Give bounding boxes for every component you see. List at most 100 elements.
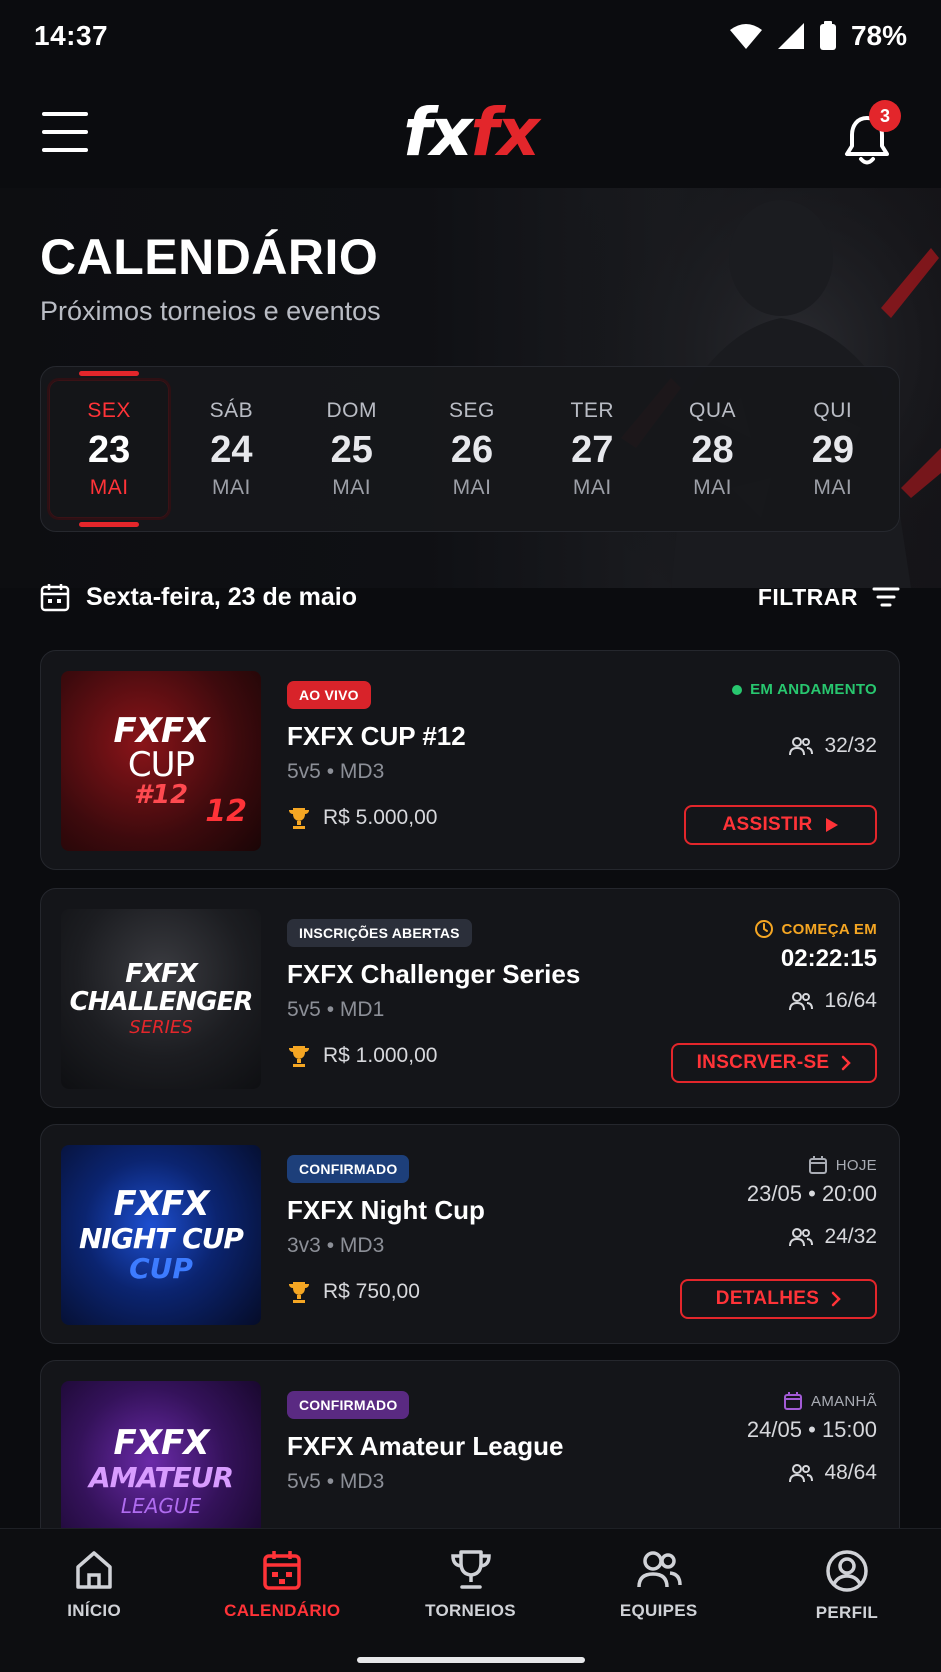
trophy-icon	[289, 1046, 309, 1067]
event-name: FXFX Challenger Series	[287, 959, 581, 989]
thumb-line3: SERIES	[129, 1017, 193, 1038]
register-button[interactable]: INSCRVER-SE	[671, 1043, 877, 1083]
menu-line-icon	[42, 148, 88, 152]
status-today: HOJE	[808, 1155, 877, 1175]
date-item-24[interactable]: SÁB 24 MAI	[171, 378, 291, 520]
nav-item-tournaments[interactable]: TORNEIOS	[376, 1549, 564, 1672]
nav-item-calendar[interactable]: CALENDÁRIO	[188, 1549, 376, 1672]
logo-part-red: fx	[470, 94, 540, 171]
nav-item-teams[interactable]: EQUIPES	[565, 1549, 753, 1672]
event-info: INSCRIÇÕES ABERTAS FXFX Challenger Serie…	[287, 919, 580, 1068]
event-thumbnail: FXFX NIGHT CUP CUP	[61, 1145, 261, 1325]
nav-label: EQUIPES	[619, 1601, 698, 1620]
menu-button[interactable]	[42, 112, 88, 152]
event-card-night-cup[interactable]: FXFX NIGHT CUP CUP CONFIRMADO FXFX Night…	[40, 1124, 900, 1344]
details-button[interactable]: DETALHES	[680, 1279, 877, 1319]
event-format: 5v5 • MD3	[287, 760, 466, 784]
play-icon	[825, 818, 838, 832]
status-tomorrow: AMANHÃ	[783, 1391, 877, 1411]
page-title: CALENDÁRIO	[40, 229, 379, 285]
status-starts-in: COMEÇA EM	[754, 919, 877, 939]
format-separator: •	[326, 1470, 335, 1493]
nav-label: PERFIL	[815, 1603, 879, 1622]
logo-part-white: fx	[403, 94, 472, 171]
date-number: 26	[450, 428, 494, 471]
date-item-23[interactable]: SEX 23 MAI	[47, 371, 172, 527]
event-players: 16/64	[788, 989, 877, 1013]
selected-day-label: Sexta-feira, 23 de maio	[86, 582, 357, 611]
players-count: 32/32	[824, 734, 877, 757]
app-header: fxfx 3	[0, 78, 941, 188]
thumb-line2: CHALLENGER	[69, 987, 254, 1017]
live-badge: AO VIVO	[287, 681, 371, 709]
event-players: 24/32	[788, 1225, 877, 1249]
nav-label: TORNEIOS	[425, 1601, 516, 1620]
event-format: 5v5 • MD1	[287, 998, 580, 1022]
event-meta: EM ANDAMENTO 32/32	[732, 681, 877, 758]
thumb-line1: FXFX	[113, 1184, 210, 1224]
format-series: MD3	[339, 1470, 385, 1493]
register-label: INSCRVER-SE	[696, 1052, 830, 1073]
home-indicator[interactable]	[357, 1657, 585, 1663]
trophy-icon	[450, 1550, 491, 1589]
event-name: FXFX CUP #12	[287, 721, 466, 751]
date-month: MAI	[452, 475, 492, 499]
calendar-icon	[808, 1156, 827, 1174]
date-weekday: DOM	[326, 398, 377, 422]
menu-line-icon	[42, 130, 88, 134]
nav-item-home[interactable]: INÍCIO	[0, 1549, 188, 1672]
users-icon	[789, 737, 814, 756]
date-selector: SEX 23 MAI SÁB 24 MAI DOM 25 MAI SEG 26 …	[40, 366, 900, 532]
date-item-29[interactable]: QUI 29 MAI	[773, 378, 893, 520]
status-in-progress: EM ANDAMENTO	[732, 681, 877, 698]
event-prize: R$ 750,00	[287, 1280, 485, 1304]
format-separator: •	[326, 760, 335, 783]
date-number: 25	[330, 428, 373, 471]
watch-label: ASSISTIR	[722, 814, 813, 835]
thumb-line3: CUP	[129, 1252, 193, 1285]
event-card-challenger-series[interactable]: FXFX CHALLENGER SERIES INSCRIÇÕES ABERTA…	[40, 888, 900, 1108]
event-meta: HOJE 23/05 • 20:00 24/32	[747, 1155, 877, 1249]
nav-item-profile[interactable]: PERFIL	[753, 1549, 941, 1672]
nav-label: INÍCIO	[67, 1601, 121, 1620]
chevron-right-icon	[842, 1055, 852, 1071]
watch-button[interactable]: ASSISTIR	[684, 805, 877, 845]
thumb-line3: #12	[133, 780, 189, 810]
date-number: 24	[210, 428, 253, 471]
app-logo[interactable]: fxfx	[403, 100, 540, 166]
day-header: Sexta-feira, 23 de maio FILTRAR	[40, 572, 900, 622]
date-month: MAI	[693, 475, 732, 499]
live-dot-icon	[732, 684, 743, 695]
date-number: 29	[811, 428, 854, 471]
date-weekday: QUI	[813, 398, 853, 422]
menu-line-icon	[42, 112, 88, 116]
format-mode: 5v5	[287, 760, 321, 783]
bottom-navigation: INÍCIO CALENDÁRIO TORNEIOS EQUIPES PERFI…	[0, 1528, 941, 1672]
date-item-26[interactable]: SEG 26 MAI	[412, 378, 532, 520]
registration-badge: INSCRIÇÕES ABERTAS	[287, 919, 472, 947]
date-item-25[interactable]: DOM 25 MAI	[292, 378, 412, 520]
date-number: 23	[88, 428, 131, 471]
status-text: COMEÇA EM	[781, 920, 877, 938]
status-indicators: 78%	[729, 20, 907, 52]
format-mode: 3v3	[287, 1234, 321, 1257]
thumb-line1: FXFX	[125, 959, 198, 989]
trophy-icon	[289, 1282, 309, 1303]
notifications-button[interactable]: 3	[841, 100, 901, 170]
event-time: 20:00	[821, 1181, 877, 1206]
event-thumbnail: FXFX CHALLENGER SERIES	[61, 909, 261, 1089]
wifi-icon	[729, 24, 762, 49]
players-count: 48/64	[824, 1461, 877, 1484]
event-date: 23/05	[746, 1181, 802, 1206]
date-item-27[interactable]: TER 27 MAI	[532, 378, 652, 520]
date-item-28[interactable]: QUA 28 MAI	[652, 378, 772, 520]
page-subtitle: Próximos torneios e eventos	[40, 296, 381, 326]
users-icon	[789, 1464, 814, 1483]
event-prize: R$ 5.000,00	[287, 806, 466, 830]
filter-button[interactable]: FILTRAR	[758, 584, 900, 611]
event-name: FXFX Night Cup	[287, 1195, 485, 1225]
event-card-fxfx-cup-12[interactable]: FXFX CUP #12 12 AO VIVO FXFX CUP #12 5v5…	[40, 650, 900, 870]
event-info: AO VIVO FXFX CUP #12 5v5 • MD3 R$ 5.000,…	[287, 681, 466, 830]
thumb-line1: FXFX	[113, 711, 210, 751]
users-icon	[636, 1551, 682, 1588]
